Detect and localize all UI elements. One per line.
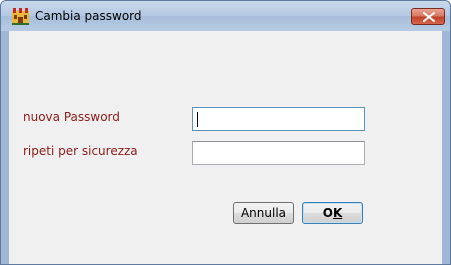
text-caret xyxy=(197,112,198,127)
ok-label-prefix: O xyxy=(322,206,333,220)
repeat-password-label: ripeti per sicurezza xyxy=(23,144,138,158)
repeat-password-field[interactable] xyxy=(192,141,365,165)
title-bar[interactable]: Cambia password xyxy=(1,1,450,31)
ok-label-mnemonic: K xyxy=(332,206,343,220)
cancel-button[interactable]: Annulla xyxy=(233,202,294,224)
close-button[interactable] xyxy=(411,8,445,25)
ok-button[interactable]: OK xyxy=(302,202,363,224)
new-password-label: nuova Password xyxy=(23,110,120,124)
dialog-body: nuova Password ripeti per sicurezza Annu… xyxy=(9,31,442,264)
dialog-window: Cambia password nuova Password ripeti pe… xyxy=(0,0,451,265)
window-title: Cambia password xyxy=(35,9,142,23)
app-castle-icon xyxy=(12,8,29,25)
close-icon xyxy=(423,12,435,22)
new-password-field[interactable] xyxy=(192,107,365,131)
